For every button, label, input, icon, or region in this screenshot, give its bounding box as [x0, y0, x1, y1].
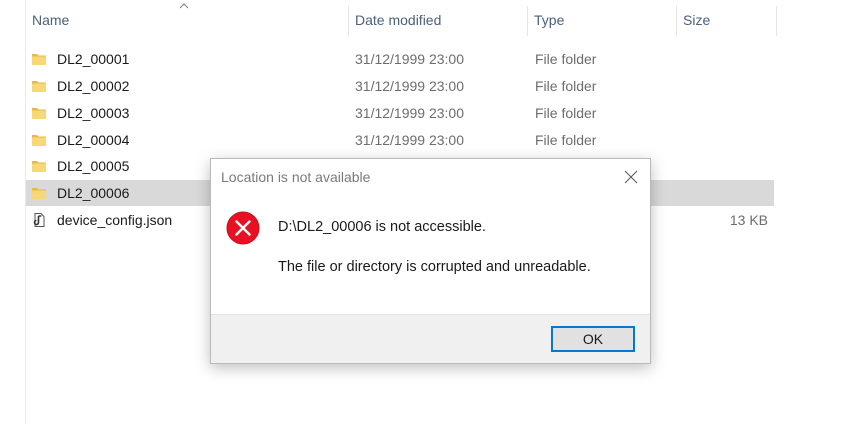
- file-date-modified: 31/12/1999 23:00: [355, 132, 464, 148]
- json-file-icon: [33, 213, 45, 227]
- column-header-size[interactable]: Size: [677, 0, 775, 40]
- error-icon: [226, 211, 260, 245]
- folder-icon: [32, 188, 46, 199]
- sort-ascending-icon: [179, 3, 189, 9]
- dialog-message-secondary: The file or directory is corrupted and u…: [278, 259, 591, 275]
- file-type: File folder: [535, 105, 597, 121]
- file-row[interactable]: DL2_00003 31/12/1999 23:00 File folder: [26, 100, 774, 126]
- column-header-bar: Name Date modified Type Size: [0, 0, 864, 40]
- file-name: DL2_00004: [57, 132, 130, 148]
- ok-button[interactable]: OK: [551, 326, 635, 352]
- file-type: File folder: [535, 132, 597, 148]
- file-name: device_config.json: [57, 212, 173, 228]
- column-header-size-label: Size: [683, 12, 711, 28]
- file-row[interactable]: DL2_00004 31/12/1999 23:00 File folder: [26, 127, 774, 153]
- file-type: File folder: [535, 51, 597, 67]
- file-name: DL2_00002: [57, 78, 130, 94]
- file-type: File folder: [535, 78, 597, 94]
- dialog-message-primary: D:\DL2_00006 is not accessible.: [278, 219, 486, 235]
- close-icon[interactable]: [622, 168, 640, 186]
- file-size: 13 KB: [729, 212, 768, 228]
- folder-icon: [32, 81, 46, 92]
- column-header-name-label: Name: [32, 12, 70, 28]
- column-header-type-label: Type: [534, 12, 565, 28]
- dialog-footer: OK: [211, 314, 650, 363]
- folder-icon: [32, 161, 46, 172]
- column-header-type[interactable]: Type: [528, 0, 676, 40]
- file-name: DL2_00003: [57, 105, 130, 121]
- file-row[interactable]: DL2_00001 31/12/1999 23:00 File folder: [26, 46, 774, 72]
- folder-icon: [32, 135, 46, 146]
- error-dialog: Location is not available D:\DL2_00006 i…: [210, 158, 651, 364]
- file-name: DL2_00005: [57, 158, 130, 174]
- file-date-modified: 31/12/1999 23:00: [355, 78, 464, 94]
- file-explorer-window: Name Date modified Type Size DL2_00001 3…: [0, 0, 864, 424]
- column-header-date-modified[interactable]: Date modified: [349, 0, 527, 40]
- column-separator[interactable]: [776, 6, 777, 36]
- column-header-date-label: Date modified: [355, 12, 442, 28]
- file-row[interactable]: DL2_00002 31/12/1999 23:00 File folder: [26, 73, 774, 99]
- folder-icon: [32, 108, 46, 119]
- dialog-title: Location is not available: [221, 169, 371, 185]
- file-date-modified: 31/12/1999 23:00: [355, 105, 464, 121]
- file-date-modified: 31/12/1999 23:00: [355, 51, 464, 67]
- file-name: DL2_00006: [57, 185, 130, 201]
- file-name: DL2_00001: [57, 51, 130, 67]
- folder-icon: [32, 54, 46, 65]
